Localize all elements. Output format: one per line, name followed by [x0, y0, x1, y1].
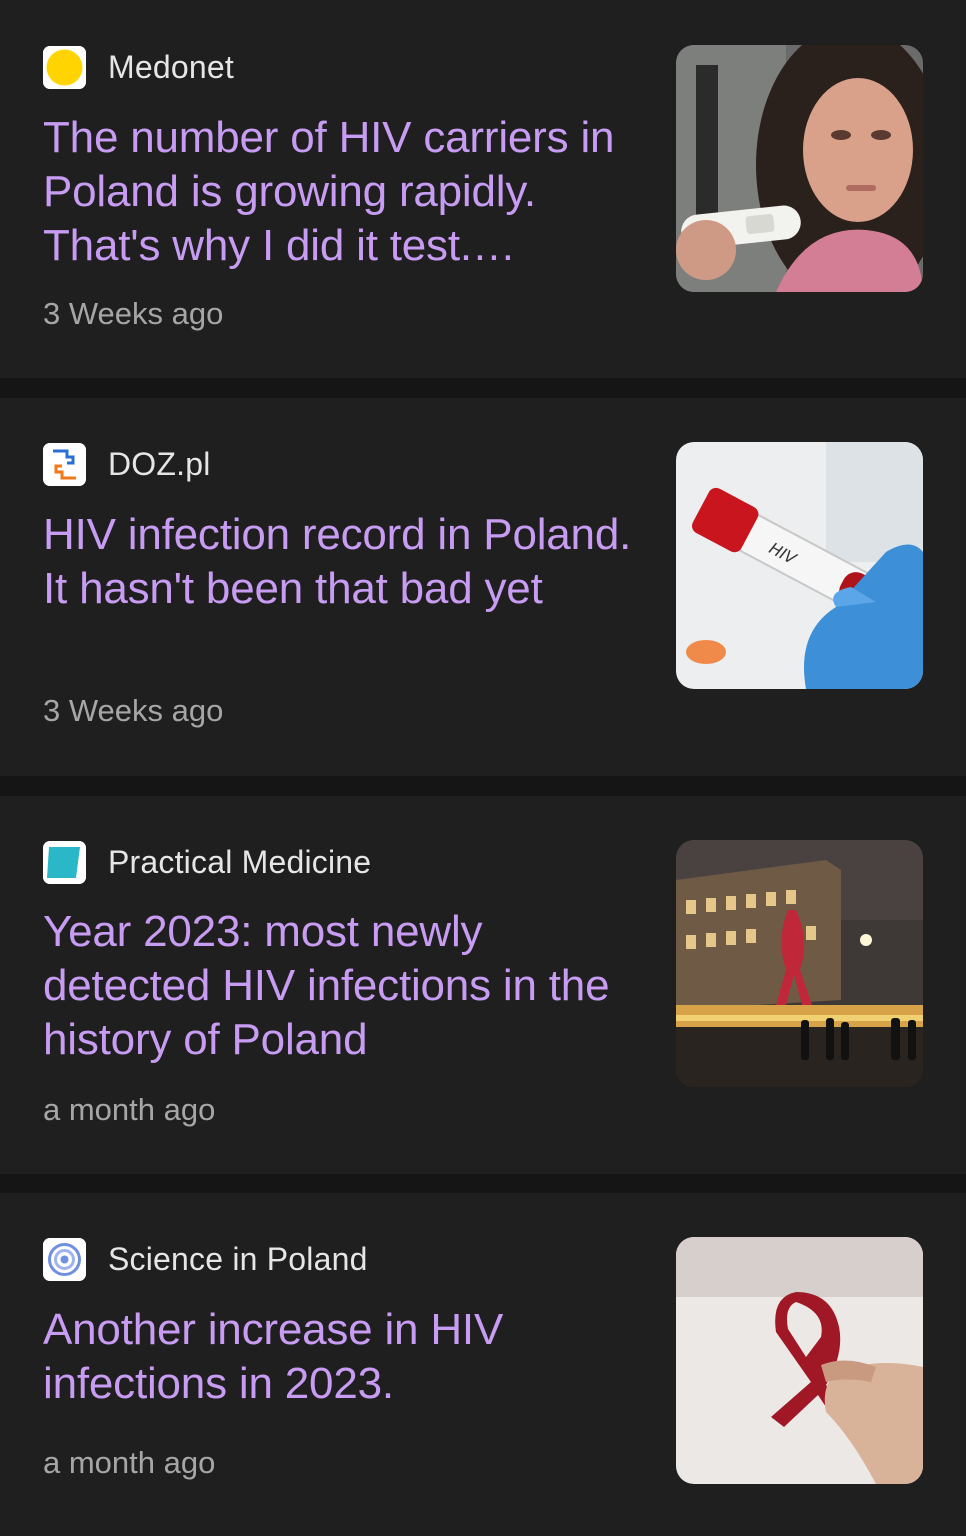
source-row: Science in Poland — [43, 1237, 368, 1281]
news-card[interactable]: Medonet The number of HIV carriers in Po… — [0, 0, 966, 378]
news-feed: Medonet The number of HIV carriers in Po… — [0, 0, 966, 1536]
timestamp: a month ago — [43, 1092, 216, 1127]
source-name: DOZ.pl — [108, 445, 211, 482]
doz-logo-icon — [43, 442, 86, 486]
science-in-poland-logo-icon — [43, 1237, 86, 1281]
gloved-hand-hiv-blood-tube-photo[interactable]: HIV — [676, 442, 923, 689]
headline-link[interactable]: The number of HIV carriers in Poland is … — [43, 111, 643, 273]
timestamp: a month ago — [43, 1445, 216, 1480]
source-row: Medonet — [43, 45, 234, 89]
headline-link[interactable]: Another increase in HIV infections in 20… — [43, 1303, 643, 1411]
source-row: Practical Medicine — [43, 840, 371, 884]
building-with-red-ribbon-night-photo[interactable] — [676, 840, 923, 1087]
source-row: DOZ.pl — [43, 442, 211, 486]
woman-holding-hiv-test-photo[interactable] — [676, 45, 923, 292]
practical-medicine-logo-icon — [43, 840, 86, 884]
headline-link[interactable]: Year 2023: most newly detected HIV infec… — [43, 905, 643, 1067]
source-name: Medonet — [108, 48, 234, 85]
headline-link[interactable]: HIV infection record in Poland. It hasn'… — [43, 508, 643, 616]
news-card[interactable]: Science in Poland Another increase in HI… — [0, 1193, 966, 1536]
source-name: Science in Poland — [108, 1240, 368, 1277]
news-card[interactable]: DOZ.pl HIV infection record in Poland. I… — [0, 398, 966, 776]
medonet-logo-icon — [43, 45, 86, 89]
timestamp: 3 Weeks ago — [43, 296, 224, 331]
source-name: Practical Medicine — [108, 843, 372, 880]
hand-holding-red-ribbon-photo[interactable] — [676, 1237, 923, 1484]
timestamp: 3 Weeks ago — [43, 693, 224, 728]
news-card[interactable]: Practical Medicine Year 2023: most newly… — [0, 796, 966, 1174]
